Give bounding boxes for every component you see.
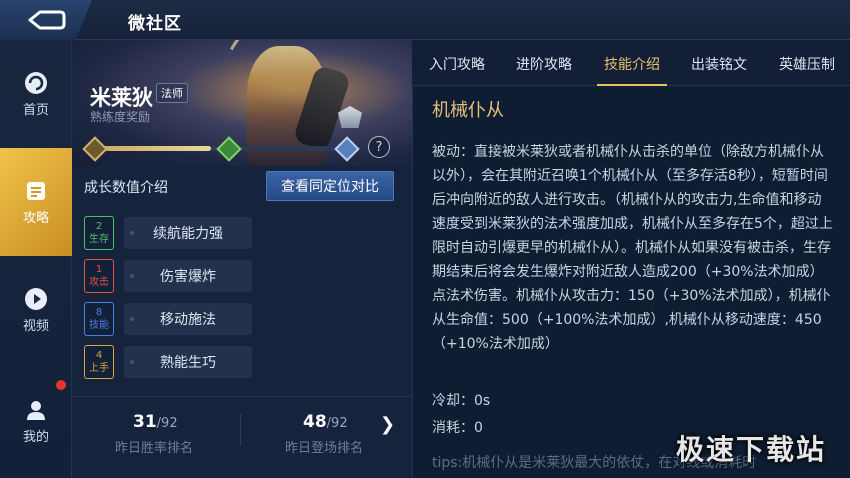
stat-row-survival[interactable]: 2 生存 续航能力强 bbox=[84, 216, 254, 252]
proficiency-progress-fill bbox=[92, 146, 211, 151]
stat-label: 续航能力强 bbox=[124, 217, 252, 249]
stat-rank: 4 bbox=[95, 350, 103, 361]
top-bar: 微社区 bbox=[0, 0, 850, 40]
stat-rank: 2 bbox=[95, 221, 103, 232]
help-icon[interactable]: ? bbox=[368, 136, 390, 158]
stat-row-attack[interactable]: 1 攻击 伤害爆炸 bbox=[84, 259, 254, 295]
proficiency-reward-label: 熟练度奖励 bbox=[90, 110, 151, 124]
stat-tag: 生存 bbox=[89, 234, 109, 245]
appearance-rank-value: 48/92 bbox=[303, 412, 348, 432]
page-title: 微社区 bbox=[128, 14, 182, 34]
stat-label-text: 熟能生巧 bbox=[160, 355, 216, 371]
app-root: 微社区 首页 攻略 视频 我的 米莱狄 法师 熟练度奖励 ? 成长数值介绍 查看… bbox=[0, 0, 850, 478]
win-rate-rank-total: /92 bbox=[156, 416, 178, 431]
win-rate-rank-number: 31 bbox=[133, 412, 157, 432]
stat-tag: 技能 bbox=[89, 320, 109, 331]
nav-label-profile: 我的 bbox=[22, 429, 49, 445]
hero-class-badge: 法师 bbox=[156, 83, 188, 103]
active-tab-indicator bbox=[597, 84, 667, 86]
back-button[interactable] bbox=[0, 0, 92, 40]
guide-icon bbox=[27, 181, 45, 200]
site-watermark: 极速下载站 bbox=[676, 433, 827, 466]
stat-rank: 1 bbox=[95, 264, 103, 275]
win-rate-rank-value: 31/92 bbox=[133, 412, 178, 432]
user-icon bbox=[27, 400, 45, 420]
nav-label-home: 首页 bbox=[22, 102, 49, 118]
stat-tag: 上手 bbox=[89, 363, 109, 374]
video-play-icon bbox=[25, 287, 47, 310]
stat-rank-badge: 8 技能 bbox=[84, 302, 114, 336]
skill-name: 机械仆从 bbox=[432, 100, 504, 121]
tab-bar: 入门攻略 进阶攻略 技能介绍 出装铭文 英雄压制 bbox=[412, 40, 850, 86]
skill-cooldown: 冷却：0s bbox=[432, 393, 491, 409]
nav-item-profile[interactable]: 我的 bbox=[0, 364, 72, 478]
stat-row-skill[interactable]: 8 技能 移动施法 bbox=[84, 302, 254, 338]
stat-label-text: 续航能力强 bbox=[153, 226, 223, 242]
stat-rank-badge: 2 生存 bbox=[84, 216, 114, 250]
stat-rank-badge: 4 上手 bbox=[84, 345, 114, 379]
stat-label: 伤害爆炸 bbox=[124, 260, 252, 292]
stat-tag: 攻击 bbox=[89, 277, 109, 288]
stat-label: 熟能生巧 bbox=[124, 346, 252, 378]
side-nav: 首页 攻略 视频 我的 bbox=[0, 40, 72, 478]
tab-advanced-guide[interactable]: 进阶攻略 bbox=[516, 54, 572, 74]
chevron-right-icon[interactable]: ❯ bbox=[380, 414, 395, 435]
notification-dot bbox=[56, 380, 66, 390]
home-icon bbox=[25, 71, 47, 94]
nav-item-home[interactable]: 首页 bbox=[0, 40, 72, 148]
nav-label-guide: 攻略 bbox=[22, 210, 49, 226]
skill-cost: 消耗：0 bbox=[432, 420, 483, 436]
stat-label: 移动施法 bbox=[124, 303, 252, 335]
stat-label-text: 伤害爆炸 bbox=[160, 269, 216, 285]
stat-label-text: 移动施法 bbox=[160, 312, 216, 328]
compare-same-role-button[interactable]: 查看同定位对比 bbox=[266, 171, 394, 201]
stat-rank-badge: 1 攻击 bbox=[84, 259, 114, 293]
nav-item-video[interactable]: 视频 bbox=[0, 256, 72, 364]
appearance-rank-label: 昨日登场排名 bbox=[285, 441, 364, 456]
nav-label-video: 视频 bbox=[22, 318, 49, 334]
appearance-rank-total: /92 bbox=[326, 416, 348, 431]
tab-beginner-guide[interactable]: 入门攻略 bbox=[429, 54, 485, 74]
nav-item-guide[interactable]: 攻略 bbox=[0, 148, 72, 256]
rank-divider bbox=[240, 414, 241, 446]
back-arrow-icon bbox=[28, 10, 66, 30]
appearance-rank-number: 48 bbox=[303, 412, 327, 432]
tab-hero-counter[interactable]: 英雄压制 bbox=[779, 54, 835, 74]
tab-skill-intro[interactable]: 技能介绍 bbox=[604, 54, 660, 74]
tab-build-inscription[interactable]: 出装铭文 bbox=[691, 54, 747, 74]
win-rate-rank-label: 昨日胜率排名 bbox=[115, 441, 194, 456]
growth-title: 成长数值介绍 bbox=[84, 180, 168, 196]
stat-row-difficulty[interactable]: 4 上手 熟能生巧 bbox=[84, 345, 254, 381]
stat-rank: 8 bbox=[95, 307, 103, 318]
skill-description: 被动：直接被米莱狄或者机械仆从击杀的单位（除敌方机械仆从以外），会在其附近召唤1… bbox=[432, 144, 833, 352]
